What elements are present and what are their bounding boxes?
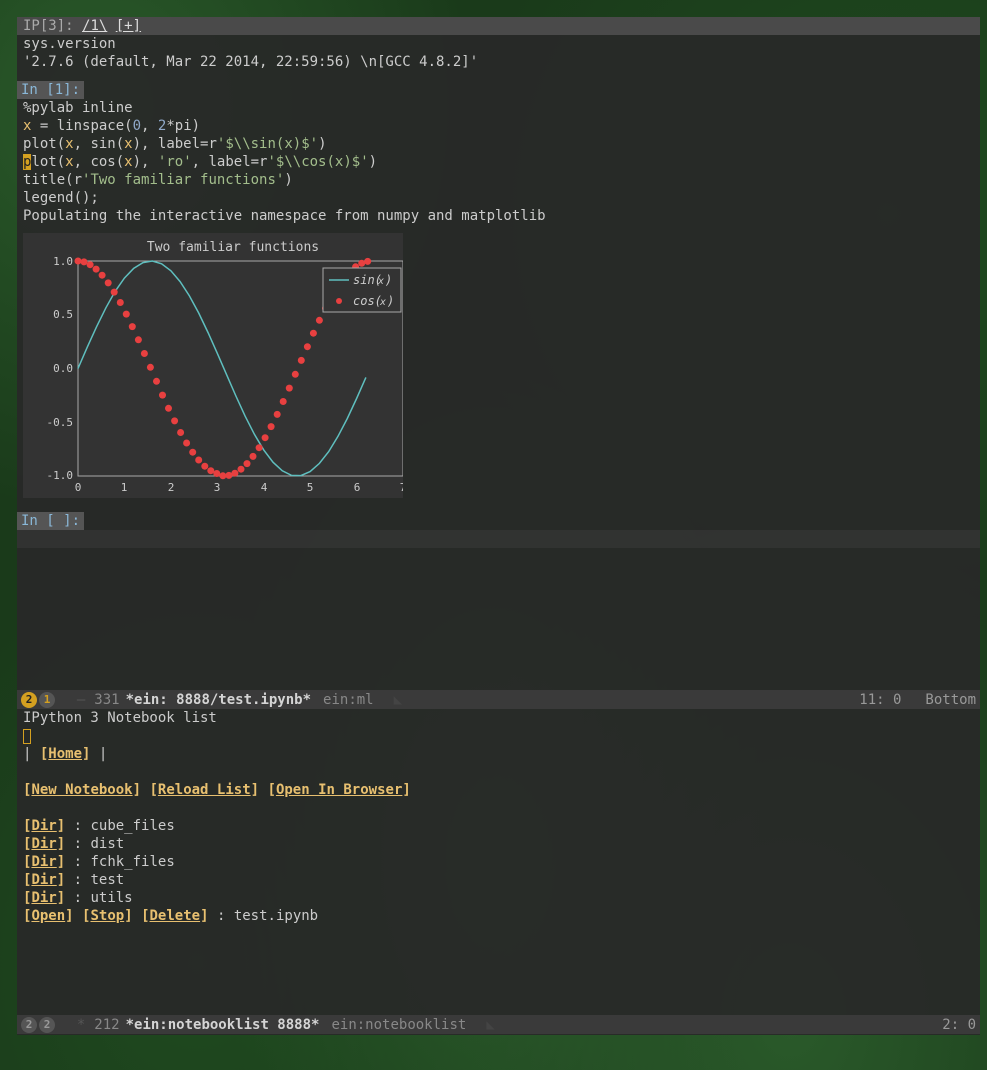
svg-text:-1.0: -1.0	[47, 469, 74, 482]
output-sys-version: sys.version '2.7.6 (default, Mar 22 2014…	[17, 35, 980, 71]
tab-prefix: IP[3]:	[23, 18, 82, 34]
svg-text:0.0: 0.0	[53, 362, 73, 375]
cell-2[interactable]: In [ ]:	[17, 512, 980, 548]
tab-header: IP[3]: /1\ [+]	[17, 17, 980, 35]
svg-text:x: x	[377, 276, 384, 287]
reload-list-button[interactable]: Reload List	[158, 782, 251, 798]
legend: sin(x) cos(x)	[323, 268, 401, 312]
svg-text:7: 7	[400, 481, 403, 494]
buffer-name-b: *ein:notebooklist 8888*	[126, 1017, 320, 1033]
svg-text:): )	[387, 294, 394, 308]
list-item[interactable]: [Dir] : dist	[23, 835, 974, 853]
cell-1[interactable]: In [1]: %pylab inline x = linspace(0, 2*…	[17, 81, 980, 498]
stop-button[interactable]: Stop	[90, 908, 124, 924]
badge-1b: 2	[21, 1017, 37, 1033]
svg-text:1.0: 1.0	[53, 255, 73, 268]
tab-active[interactable]: /1\	[82, 18, 107, 34]
open-in-browser-button[interactable]: Open In Browser	[276, 782, 402, 798]
x-ticks: 0 1 2 3 4 5 6 7	[75, 481, 403, 494]
y-ticks: 1.0 0.5 0.0 -0.5 -1.0	[47, 255, 74, 482]
badge-num-2: 1	[39, 692, 55, 708]
cursor-pos-b: 2: 0	[942, 1017, 976, 1033]
chart-title: Two familiar functions	[147, 240, 319, 255]
chart-output: Two familiar functions 1.0 0.5 0.0 -0.5 …	[23, 233, 403, 498]
cell-output-text: Populating the interactive namespace fro…	[17, 207, 980, 225]
statusbar-bottom: 2 2 * 212 *ein:notebooklist 8888* ein:no…	[17, 1015, 980, 1034]
svg-text:2: 2	[168, 481, 175, 494]
list-item[interactable]: [Dir] : cube_files	[23, 817, 974, 835]
delete-button[interactable]: Delete	[150, 908, 201, 924]
badge-num-1: 2	[21, 692, 37, 708]
buffer-name: *ein: 8888/test.ipynb*	[126, 692, 311, 708]
buffer-mode: ein:ml	[323, 692, 374, 708]
editor-pane-top[interactable]: IP[3]: /1\ [+] sys.version '2.7.6 (defau…	[17, 17, 980, 690]
cursor-indicator	[23, 729, 31, 744]
svg-text:0: 0	[75, 481, 82, 494]
svg-text:3: 3	[214, 481, 221, 494]
cursor-pos: 11: 0	[859, 692, 901, 708]
svg-text:0.5: 0.5	[53, 308, 73, 321]
nblist-title: IPython 3 Notebook list	[23, 709, 974, 727]
cell-prompt-empty: In [ ]:	[17, 512, 84, 530]
sb-line-count: 331	[94, 692, 119, 708]
plot-svg: Two familiar functions 1.0 0.5 0.0 -0.5 …	[23, 233, 403, 498]
svg-text:6: 6	[354, 481, 361, 494]
new-notebook-button[interactable]: New Notebook	[31, 782, 132, 798]
svg-text:4: 4	[261, 481, 268, 494]
editor-pane-bottom[interactable]: IPython 3 Notebook list | [Home] | [New …	[17, 709, 980, 1035]
statusbar-top: 2 1 – 331 *ein: 8888/test.ipynb* ein:ml …	[17, 690, 980, 709]
cell-code[interactable]: %pylab inline x = linspace(0, 2*pi) plot…	[17, 99, 980, 207]
svg-text:1: 1	[121, 481, 128, 494]
svg-text:-0.5: -0.5	[47, 416, 74, 429]
tab-add-button[interactable]: [+]	[116, 18, 141, 34]
home-link[interactable]: Home	[48, 746, 82, 762]
svg-text:5: 5	[307, 481, 314, 494]
svg-text:cos(: cos(	[353, 294, 382, 308]
empty-cell-body[interactable]	[17, 530, 980, 548]
svg-text:): )	[385, 273, 392, 287]
list-item[interactable]: [Dir] : fchk_files	[23, 853, 974, 871]
list-item[interactable]: [Dir] : utils	[23, 889, 974, 907]
scroll-pos: Bottom	[925, 692, 976, 708]
sb-line-count-b: 212	[94, 1017, 119, 1033]
notebook-file: test.ipynb	[234, 908, 318, 924]
cell-prompt: In [1]:	[17, 81, 84, 99]
buffer-mode-b: ein:notebooklist	[331, 1017, 466, 1033]
badge-2b: 2	[39, 1017, 55, 1033]
open-button[interactable]: Open	[31, 908, 65, 924]
svg-text:x: x	[379, 297, 386, 308]
list-item[interactable]: [Dir] : test	[23, 871, 974, 889]
